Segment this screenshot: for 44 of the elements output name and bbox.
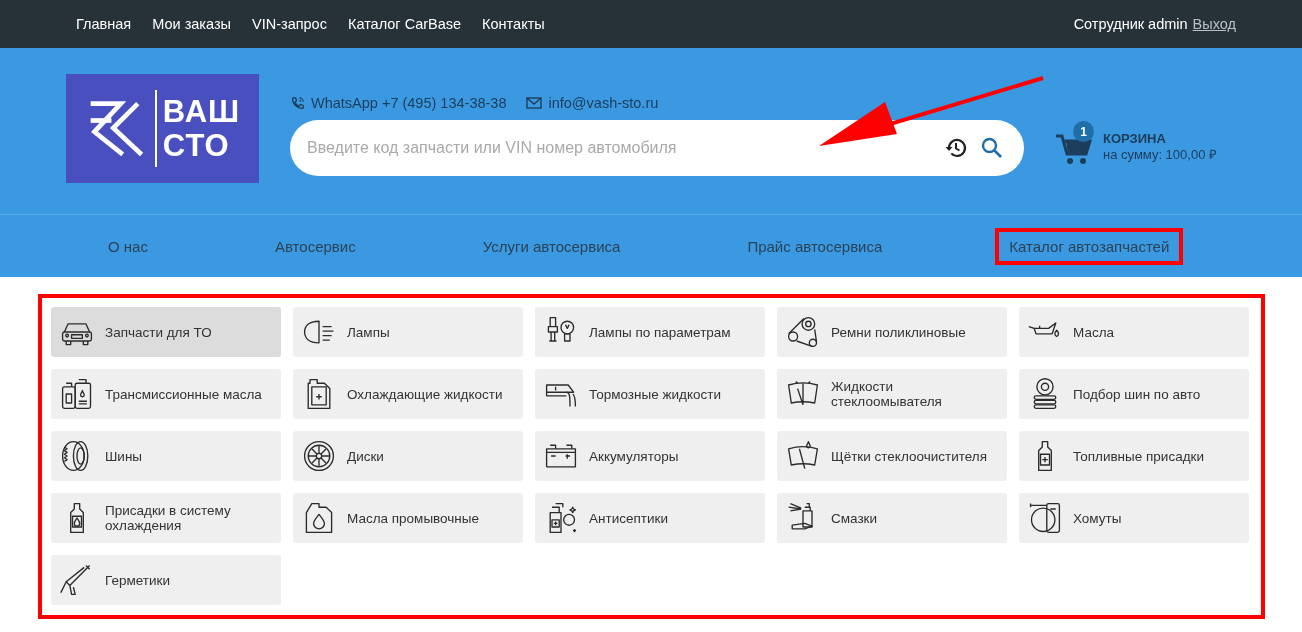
category-tile[interactable]: Шины: [51, 431, 281, 481]
logo[interactable]: ВАШ СТО: [66, 74, 259, 183]
mail-icon: [526, 97, 543, 109]
cart-sum: на сумму: 100,00 ₽: [1103, 147, 1217, 163]
category-tile[interactable]: Охлаждающие жидкости: [293, 369, 523, 419]
category-tile[interactable]: Аккумуляторы: [535, 431, 765, 481]
category-tile[interactable]: Трансмиссионные масла: [51, 369, 281, 419]
hose-clamp-icon: [1027, 500, 1063, 536]
category-tile[interactable]: Масла: [1019, 307, 1249, 357]
category-tile[interactable]: Хомуты: [1019, 493, 1249, 543]
category-tile[interactable]: Щётки стеклоочистителя: [777, 431, 1007, 481]
category-tile[interactable]: Ремни поликлиновые: [777, 307, 1007, 357]
cart-title[interactable]: КОРЗИНА: [1103, 131, 1217, 147]
category-tile[interactable]: Топливные присадки: [1019, 431, 1249, 481]
cart-badge: 1: [1073, 121, 1094, 142]
category-tile[interactable]: Лампы по параметрам: [535, 307, 765, 357]
whatsapp-phone[interactable]: WhatsApp +7 (495) 134-38-38: [311, 95, 507, 111]
logo-text: ВАШ: [162, 94, 241, 129]
category-tile[interactable]: Масла промывочные: [293, 493, 523, 543]
user-label: Сотрудник admin: [1073, 16, 1188, 32]
search-field[interactable]: Введите код запчасти или VIN номер автомобиля: [290, 120, 1024, 176]
logout-link[interactable]: Выход: [1192, 16, 1236, 32]
menu-link[interactable]: Услуги автосервиса: [468, 227, 635, 265]
nav-link[interactable]: VIN-запрос: [252, 16, 327, 32]
nav-link[interactable]: Контакты: [482, 16, 545, 32]
wheel-rim-icon: [301, 438, 337, 474]
category-tile[interactable]: Присадки в систему охлаждения: [51, 493, 281, 543]
search-icon: [980, 136, 1004, 160]
logo-text: СТО: [162, 128, 231, 163]
category-tile[interactable]: Диски: [293, 431, 523, 481]
category-tile[interactable]: Жидкости стеклоомывателя: [777, 369, 1007, 419]
category-tile[interactable]: Лампы: [293, 307, 523, 357]
category-tile[interactable]: Подбор шин по авто: [1019, 369, 1249, 419]
history-icon: [944, 136, 968, 160]
nav-link[interactable]: Мои заказы: [152, 16, 231, 32]
category-tile[interactable]: Смазки: [777, 493, 1007, 543]
phone-icon: [290, 95, 305, 111]
category-tile[interactable]: Герметики: [51, 555, 281, 605]
category-tile[interactable]: Антисептики: [535, 493, 765, 543]
nav-link[interactable]: Каталог CarBase: [347, 16, 462, 32]
email-link[interactable]: info@vash-sto.ru: [548, 95, 659, 111]
category-tile[interactable]: Запчасти для ТО: [51, 307, 281, 357]
category-tile[interactable]: Тормозные жидкости: [535, 369, 765, 419]
nav-link[interactable]: Главная: [76, 16, 132, 32]
